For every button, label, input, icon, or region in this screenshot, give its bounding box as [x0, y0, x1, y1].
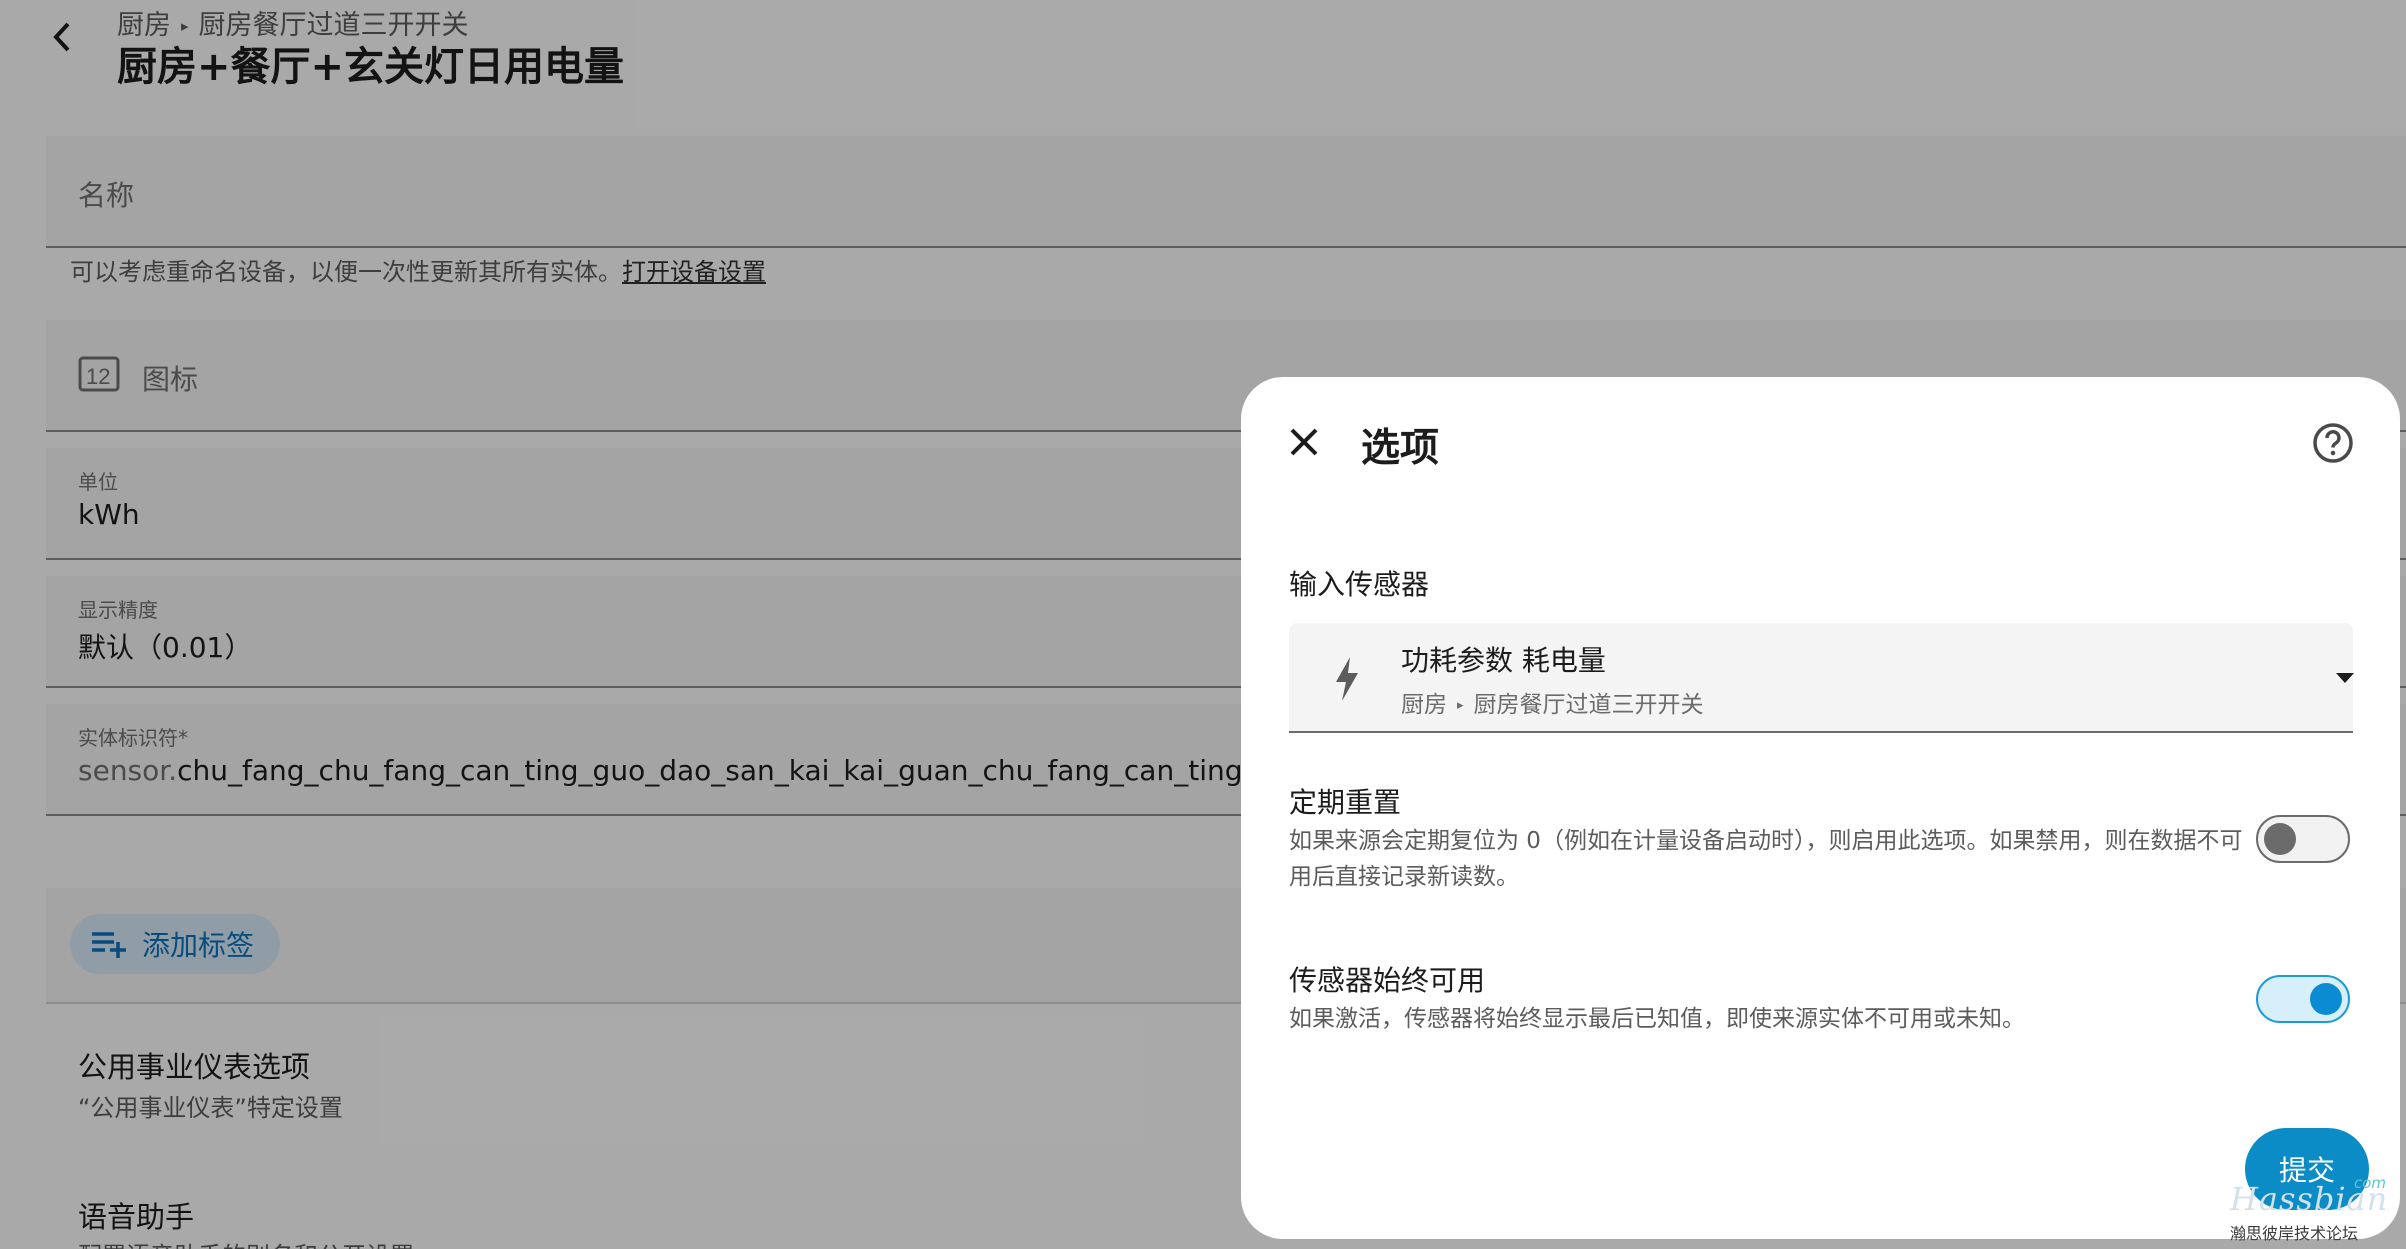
- always-available-title: 传感器始终可用: [1289, 964, 1486, 997]
- periodic-reset-title: 定期重置: [1289, 786, 1402, 819]
- help-circle-icon[interactable]: [2311, 421, 2355, 465]
- close-icon: [1290, 428, 1318, 456]
- switch-knob: [2310, 983, 2342, 1015]
- sensor-name: 功耗参数 耗电量: [1401, 644, 1606, 677]
- input-sensor-label: 输入传感器: [1289, 568, 1430, 601]
- input-sensor-picker[interactable]: 功耗参数 耗电量 厨房 ▸ 厨房餐厅过道三开开关: [1289, 623, 2354, 733]
- hassbian-watermark: Hassbian com 瀚思彼岸技术论坛: [2230, 1174, 2400, 1246]
- sensor-context-area: 厨房: [1401, 692, 1447, 718]
- flash-icon: [1336, 657, 1358, 701]
- always-available-description: 如果激活，传感器将始终显示最后已知值，即使来源实体不可用或未知。: [1289, 1006, 2025, 1032]
- periodic-reset-description: 如果来源会定期复位为 0（例如在计量设备启动时），则启用此选项。如果禁用，则在数…: [1289, 828, 2243, 890]
- watermark-subtitle: 瀚思彼岸技术论坛: [2230, 1224, 2359, 1243]
- dialog-title: 选项: [1361, 426, 1440, 471]
- menu-down-icon[interactable]: [2336, 673, 2354, 683]
- always-available-switch[interactable]: [2256, 975, 2350, 1023]
- watermark-com: com: [2354, 1174, 2387, 1192]
- sensor-context: 厨房 ▸ 厨房餐厅过道三开开关: [1401, 685, 1704, 719]
- sensor-context-device: 厨房餐厅过道三开开关: [1473, 692, 1704, 718]
- context-separator-icon: ▸: [1457, 698, 1464, 713]
- periodic-reset-switch[interactable]: [2256, 815, 2350, 863]
- close-button[interactable]: [1279, 417, 1329, 467]
- options-dialog: 选项 输入传感器 功耗参数 耗电量 厨房 ▸ 厨房餐厅过道三开开关 定期重置 如果来…: [1241, 377, 2400, 1239]
- switch-knob: [2264, 823, 2296, 855]
